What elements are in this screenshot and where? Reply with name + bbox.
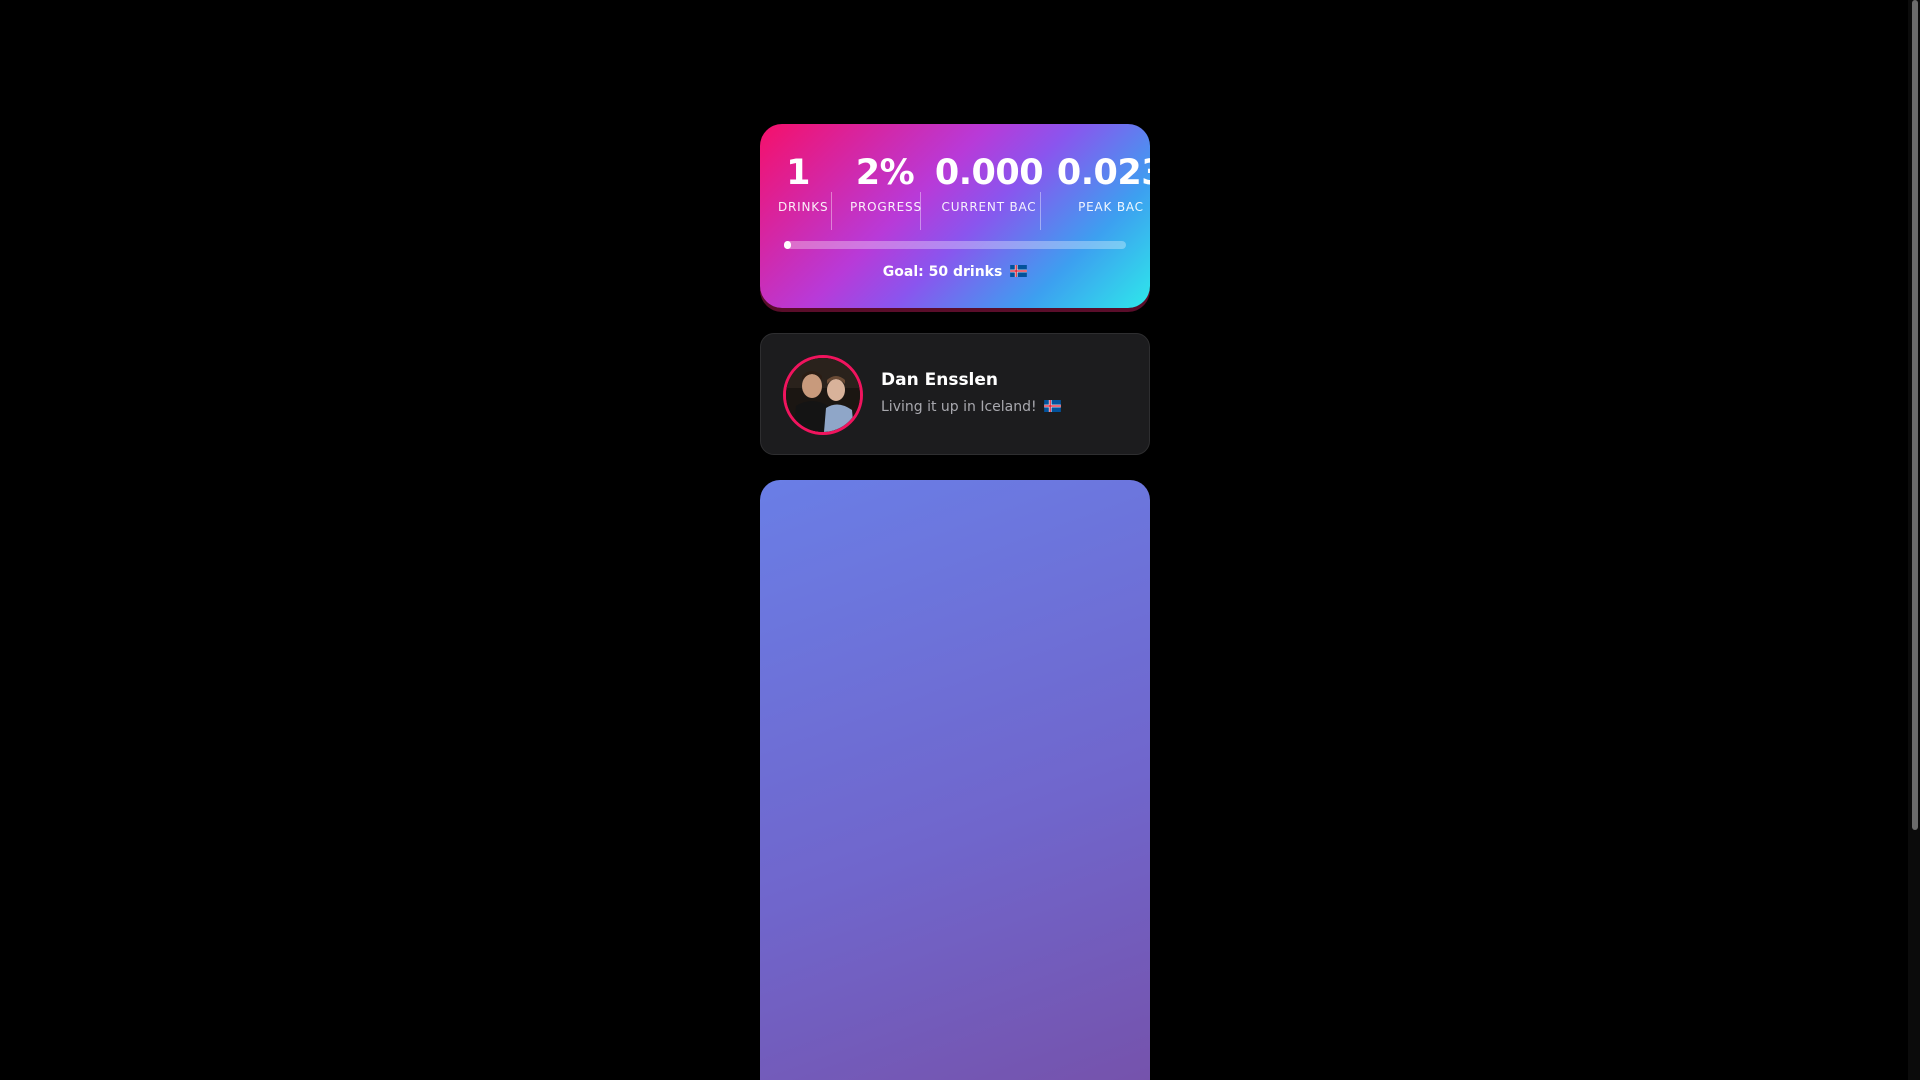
stat-peak-bac-label: PEAK BAC [1078,200,1144,214]
stats-card: 1 DRINKS 2% PROGRESS 0.000 CURRENT BAC 0… [760,124,1150,308]
goal-label: Goal: 50 drinks [882,264,1003,280]
page-scrollbar[interactable] [1908,0,1920,1080]
stats-row: 1 DRINKS 2% PROGRESS 0.000 CURRENT BAC 0… [760,152,1150,230]
stat-progress-value: 2% [855,153,915,193]
stat-divider [831,192,832,230]
profile-card[interactable]: Dan Ensslen Living it up in Iceland! [760,333,1150,455]
profile-status-text: Living it up in Iceland! [881,399,1037,415]
progress-bar [784,241,1126,249]
progress-bar-fill [784,241,791,249]
stat-current-bac-label: CURRENT BAC [941,200,1037,214]
media-card[interactable] [760,480,1150,1080]
stat-drinks-value: 1 [786,153,810,193]
page-scrollbar-thumb[interactable] [1912,0,1918,830]
stat-divider [920,192,921,230]
page-viewport[interactable]: 1 DRINKS 2% PROGRESS 0.000 CURRENT BAC 0… [0,0,1908,1080]
iceland-flag-icon [1010,265,1028,277]
stat-peak-bac-value: 0.023 [1056,153,1150,193]
stat-drinks-label: DRINKS [778,200,829,214]
main-column: 1 DRINKS 2% PROGRESS 0.000 CURRENT BAC 0… [760,124,1150,1080]
goal-text: Goal: 50 drinks [760,264,1150,280]
profile-status: Living it up in Iceland! [881,399,1061,415]
stat-current-bac: 0.000 CURRENT BAC [934,152,1044,214]
stat-divider [1040,192,1041,230]
avatar[interactable] [783,355,863,435]
stat-drinks: 1 DRINKS [778,152,829,214]
profile-name: Dan Ensslen [881,370,999,390]
stat-progress-label: PROGRESS [850,200,922,214]
stat-current-bac-value: 0.000 [934,153,1044,193]
stat-progress: 2% PROGRESS [850,152,922,214]
avatar-photo [786,358,860,432]
iceland-flag-icon [1044,400,1061,412]
stat-peak-bac: 0.023 PEAK BAC [1056,152,1150,214]
